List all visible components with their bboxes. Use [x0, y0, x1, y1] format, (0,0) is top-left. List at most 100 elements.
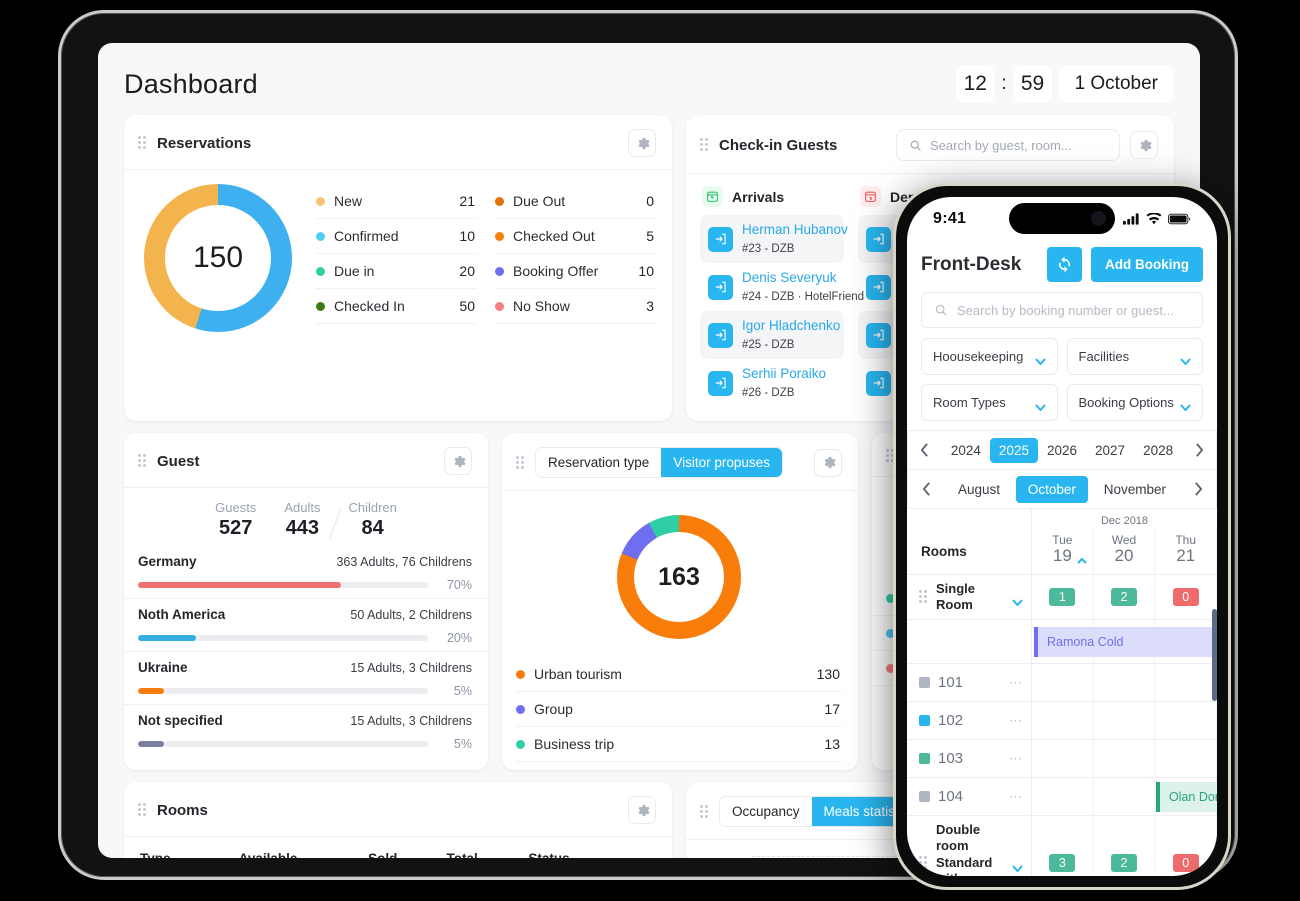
cellular-signal-icon	[1123, 213, 1139, 225]
rooms-col-header: Sold	[360, 837, 438, 858]
drag-handle-icon[interactable]	[919, 855, 928, 870]
drag-handle-icon[interactable]	[700, 804, 709, 819]
calendar-booking-row: Ramona Cold	[907, 620, 1217, 665]
select-room-types[interactable]: Room Types	[921, 384, 1058, 421]
legend-item[interactable]: Due Out 0	[495, 184, 656, 219]
drag-handle-icon[interactable]	[138, 803, 147, 817]
month-next-button[interactable]	[1180, 470, 1216, 508]
availability-cell[interactable]: 3	[1032, 816, 1094, 876]
guest-stat-label: Children	[348, 500, 397, 515]
calendar-rows: Single Room 1 2 0 Ramona Cold 101 ⋯ 102 …	[907, 574, 1217, 876]
country-breakdown: 15 Adults, 3 Childrens	[350, 714, 472, 728]
calendar-group-row[interactable]: Single Room 1 2 0	[907, 574, 1217, 621]
legend-item[interactable]: No Show 3	[495, 289, 656, 324]
legend-item[interactable]: Business trip 13	[516, 727, 842, 762]
legend-item[interactable]: Confirmed 10	[316, 219, 477, 254]
drag-handle-icon[interactable]	[138, 136, 147, 150]
year-next-button[interactable]	[1182, 431, 1216, 469]
guest-list-item[interactable]: Serhii Poraiko #26 - DZB	[700, 359, 844, 407]
phone-search-placeholder: Search by booking number or guest...	[957, 302, 1174, 318]
availability-cell[interactable]: 0	[1155, 574, 1217, 620]
legend-item[interactable]: Checked Out 5	[495, 219, 656, 254]
legend-item[interactable]: Due in 20	[316, 254, 477, 289]
reservations-total: 150	[192, 241, 244, 274]
year-option-2028[interactable]: 2028	[1134, 438, 1182, 463]
availability-cell[interactable]: 2	[1094, 574, 1156, 620]
rooms-settings-button[interactable]	[628, 796, 656, 824]
legend-item[interactable]: Group 17	[516, 692, 842, 727]
phone-search-input[interactable]: Search by booking number or guest...	[921, 292, 1203, 328]
guest-list-item[interactable]: Igor Hladchenko #25 - DZB	[700, 311, 844, 359]
year-option-2027[interactable]: 2027	[1086, 438, 1134, 463]
availability-cell[interactable]: 1	[1032, 574, 1094, 620]
country-progress-track	[138, 741, 428, 747]
reservation-type-tabs[interactable]: Reservation type Visitor propuses	[535, 447, 783, 478]
calendar-day-header[interactable]: Wed 20	[1094, 529, 1156, 574]
room-more-options-icon[interactable]: ⋯	[1009, 751, 1023, 767]
legend-item[interactable]: Booking Offer 10	[495, 254, 656, 289]
checkin-title: Check-in Guests	[719, 136, 838, 154]
year-option-2024[interactable]: 2024	[942, 438, 990, 463]
month-option-august[interactable]: August	[946, 476, 1012, 503]
country-row: Ukraine 15 Adults, 3 Childrens 5%	[124, 651, 488, 704]
chevron-right-icon	[1195, 443, 1203, 457]
calendar-scrollbar[interactable]	[1212, 609, 1217, 701]
drag-handle-icon[interactable]	[919, 589, 928, 604]
guest-list-item[interactable]: Denis Severyuk #24 - DZB · HotelFriend	[700, 263, 864, 311]
reservation-type-card: Reservation type Visitor propuses 163 Ur…	[502, 433, 858, 770]
month-option-october[interactable]: October	[1015, 475, 1088, 503]
availability-cell[interactable]: 2	[1094, 816, 1156, 876]
calendar-room-row[interactable]: 101 ⋯	[907, 664, 1217, 703]
legend-item[interactable]: New 21	[316, 184, 477, 219]
select-facilities[interactable]: Facilities	[1066, 338, 1203, 375]
calendar-daynumber: 21	[1176, 546, 1196, 565]
drag-handle-icon[interactable]	[700, 138, 709, 152]
calendar-group-row[interactable]: Double room Standard with panorama 3 2 0	[907, 816, 1217, 876]
reservations-card: Reservations 150 New 21 Confirmed 10 Due…	[124, 115, 672, 421]
calendar-room-row[interactable]: 103 ⋯	[907, 740, 1217, 779]
legend-dot	[516, 669, 525, 679]
select-hoousekeeping[interactable]: Hoousekeeping	[921, 338, 1058, 375]
room-group-name: Double room Standard with panorama	[936, 822, 993, 876]
booking-bar[interactable]: Ramona Cold	[1034, 627, 1217, 658]
clock-colon: :	[1001, 73, 1007, 94]
year-prev-button[interactable]	[908, 431, 942, 469]
clock-widget: 12 : 59 1 October	[956, 65, 1174, 103]
month-prev-button[interactable]	[908, 470, 944, 508]
tab-visitor-propuses[interactable]: Visitor propuses	[661, 448, 782, 477]
checkin-search-input[interactable]: Search by guest, room...	[896, 129, 1120, 161]
calendar-room-row[interactable]: 102 ⋯	[907, 702, 1217, 741]
checkin-settings-button[interactable]	[1130, 131, 1158, 159]
legend-value: 21	[459, 193, 475, 209]
booking-bar[interactable]: Olan Dorf	[1155, 782, 1217, 813]
guest-list-item[interactable]: Herman Hubanov #23 - DZB	[700, 215, 848, 263]
calendar-day-header[interactable]: Tue 19	[1032, 529, 1094, 574]
drag-handle-icon[interactable]	[138, 454, 147, 468]
room-more-options-icon[interactable]: ⋯	[1009, 713, 1023, 729]
country-row: Germany 363 Adults, 76 Childrens 70%	[124, 546, 488, 598]
year-option-2026[interactable]: 2026	[1038, 438, 1086, 463]
reservation-type-settings-button[interactable]	[814, 448, 842, 477]
availability-cell[interactable]: 0	[1155, 816, 1217, 876]
checkin-search-placeholder: Search by guest, room...	[930, 137, 1072, 153]
calendar-room-row[interactable]: 104 ⋯ Olan Dorf	[907, 778, 1217, 817]
calendar-day-header[interactable]: Thu 21	[1155, 529, 1217, 574]
room-more-options-icon[interactable]: ⋯	[1009, 789, 1023, 805]
legend-item[interactable]: Urban tourism 130	[516, 657, 842, 692]
year-option-2025[interactable]: 2025	[989, 437, 1038, 463]
availability-pill: 2	[1111, 853, 1137, 872]
tab-reservation-type[interactable]: Reservation type	[536, 448, 662, 477]
legend-item[interactable]: Checked In 50	[316, 289, 477, 324]
reservations-settings-button[interactable]	[628, 129, 656, 157]
room-more-options-icon[interactable]: ⋯	[1009, 675, 1023, 691]
drag-handle-icon[interactable]	[516, 455, 525, 470]
add-booking-button[interactable]: Add Booking	[1091, 247, 1203, 282]
guest-settings-button[interactable]	[444, 447, 472, 475]
select-label: Booking Options	[1078, 395, 1174, 410]
select-booking-options[interactable]: Booking Options	[1066, 384, 1203, 421]
chevron-toggle-icon[interactable]	[1012, 593, 1023, 607]
chevron-toggle-icon[interactable]	[1012, 859, 1023, 873]
refresh-button[interactable]	[1047, 247, 1082, 282]
month-option-november[interactable]: November	[1092, 476, 1178, 503]
tab-occupancy[interactable]: Occupancy	[720, 797, 812, 826]
